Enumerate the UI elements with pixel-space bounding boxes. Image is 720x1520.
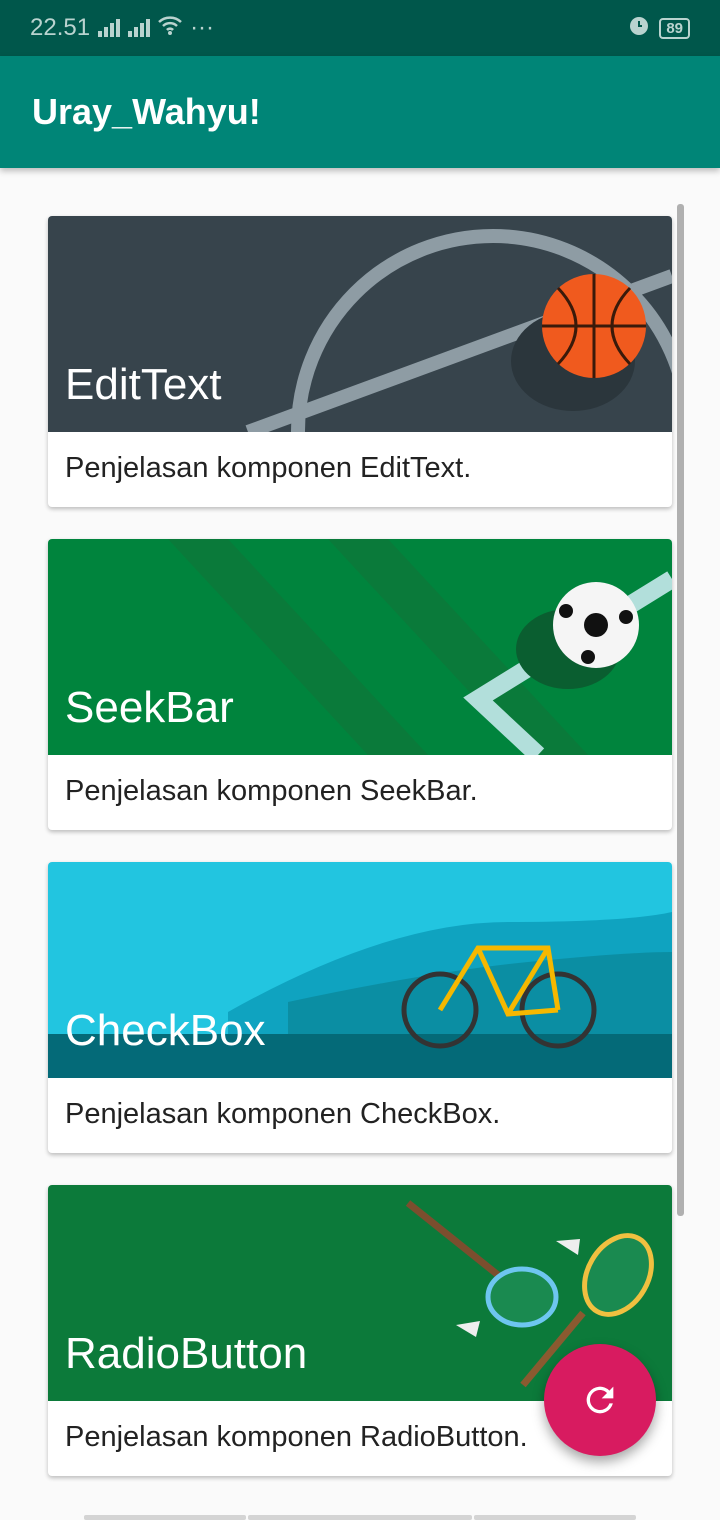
soccer-image: SeekBar — [48, 539, 672, 755]
partial-card-edge — [248, 1515, 472, 1520]
more-notifications-icon: ··· — [190, 14, 215, 41]
scrollbar[interactable] — [677, 204, 684, 1216]
app-bar: Uray_Wahyu! — [0, 56, 720, 168]
app-title: Uray_Wahyu! — [32, 91, 261, 132]
alarm-icon — [627, 13, 651, 44]
refresh-icon — [586, 1386, 614, 1414]
cycling-image: CheckBox — [48, 862, 672, 1078]
card-title: SeekBar — [65, 683, 234, 732]
card-description: Penjelasan komponen EditText. — [65, 452, 472, 484]
card-title: CheckBox — [65, 1006, 266, 1055]
card-title: RadioButton — [65, 1329, 308, 1378]
wifi-icon — [158, 14, 182, 42]
refresh-button[interactable] — [544, 1344, 656, 1456]
battery-icon: 89 — [659, 17, 690, 39]
signal-icon — [98, 19, 121, 37]
partial-card-edge — [474, 1515, 636, 1520]
clock: 22.51 — [30, 14, 91, 41]
signal-icon — [128, 19, 151, 37]
partial-card-edge — [84, 1515, 246, 1520]
status-bar: 22.51 ··· 89 — [0, 0, 720, 56]
card-description: Penjelasan komponen CheckBox. — [65, 1098, 501, 1130]
card-seekbar[interactable]: SeekBar Penjelasan komponen SeekBar. — [48, 539, 672, 830]
card-title: EditText — [65, 360, 222, 409]
card-edittext[interactable]: EditText Penjelasan komponen EditText. — [48, 216, 672, 507]
basketball-image: EditText — [48, 216, 672, 432]
card-description: Penjelasan komponen SeekBar. — [65, 775, 478, 807]
card-checkbox[interactable]: CheckBox Penjelasan komponen CheckBox. — [48, 862, 672, 1153]
